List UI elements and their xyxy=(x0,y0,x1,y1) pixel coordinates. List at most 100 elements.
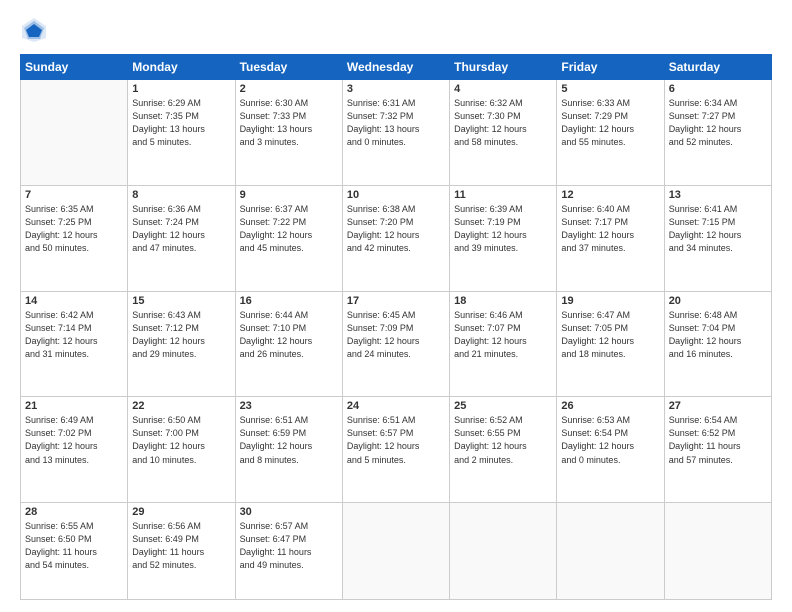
calendar-cell: 17 Sunrise: 6:45 AMSunset: 7:09 PMDayligh… xyxy=(342,291,449,397)
day-info: Sunrise: 6:45 AMSunset: 7:09 PMDaylight:… xyxy=(347,309,445,361)
calendar-cell: 13 Sunrise: 6:41 AMSunset: 7:15 PMDayligh… xyxy=(664,185,771,291)
calendar-cell: 12Sunrise: 6:40 AMSunset: 7:17 PMDayligh… xyxy=(557,185,664,291)
day-number: 3 xyxy=(347,83,445,95)
day-info: Sunrise: 6:50 AMSunset: 7:00 PMDaylight:… xyxy=(132,414,230,466)
day-info: Sunrise: 6:34 AMSunset: 7:27 PMDaylight:… xyxy=(669,97,767,149)
calendar-cell: 8Sunrise: 6:36 AMSunset: 7:24 PMDaylight… xyxy=(128,185,235,291)
day-number: 16 xyxy=(240,295,338,307)
day-number: 23 xyxy=(240,400,338,412)
day-info: Sunrise: 6:54 AMSunset: 6:52 PMDaylight:… xyxy=(669,414,767,466)
day-info: Sunrise: 6:33 AMSunset: 7:29 PMDaylight:… xyxy=(561,97,659,149)
calendar-cell xyxy=(557,503,664,600)
calendar-cell: 6 Sunrise: 6:34 AMSunset: 7:27 PMDaylight… xyxy=(664,80,771,186)
week-row-4: 21 Sunrise: 6:49 AMSunset: 7:02 PMDayligh… xyxy=(21,397,772,503)
day-info: Sunrise: 6:29 AMSunset: 7:35 PMDaylight:… xyxy=(132,97,230,149)
calendar-cell: 14 Sunrise: 6:42 AMSunset: 7:14 PMDayligh… xyxy=(21,291,128,397)
weekday-header-sunday: Sunday xyxy=(21,55,128,80)
day-info: Sunrise: 6:42 AMSunset: 7:14 PMDaylight:… xyxy=(25,309,123,361)
day-info: Sunrise: 6:37 AMSunset: 7:22 PMDaylight:… xyxy=(240,203,338,255)
day-info: Sunrise: 6:41 AMSunset: 7:15 PMDaylight:… xyxy=(669,203,767,255)
weekday-header-tuesday: Tuesday xyxy=(235,55,342,80)
day-info: Sunrise: 6:56 AMSunset: 6:49 PMDaylight:… xyxy=(132,520,230,572)
day-info: Sunrise: 6:53 AMSunset: 6:54 PMDaylight:… xyxy=(561,414,659,466)
day-number: 22 xyxy=(132,400,230,412)
day-info: Sunrise: 6:51 AMSunset: 6:57 PMDaylight:… xyxy=(347,414,445,466)
calendar-cell: 30 Sunrise: 6:57 AMSunset: 6:47 PMDayligh… xyxy=(235,503,342,600)
day-number: 14 xyxy=(25,295,123,307)
day-info: Sunrise: 6:46 AMSunset: 7:07 PMDaylight:… xyxy=(454,309,552,361)
calendar-cell: 24 Sunrise: 6:51 AMSunset: 6:57 PMDayligh… xyxy=(342,397,449,503)
day-number: 21 xyxy=(25,400,123,412)
day-number: 2 xyxy=(240,83,338,95)
day-info: Sunrise: 6:36 AMSunset: 7:24 PMDaylight:… xyxy=(132,203,230,255)
calendar-cell: 26 Sunrise: 6:53 AMSunset: 6:54 PMDayligh… xyxy=(557,397,664,503)
calendar-cell: 7 Sunrise: 6:35 AMSunset: 7:25 PMDaylight… xyxy=(21,185,128,291)
calendar-cell: 18 Sunrise: 6:46 AMSunset: 7:07 PMDayligh… xyxy=(450,291,557,397)
day-number: 28 xyxy=(25,506,123,518)
header xyxy=(20,16,772,44)
day-info: Sunrise: 6:39 AMSunset: 7:19 PMDaylight:… xyxy=(454,203,552,255)
calendar-cell: 1Sunrise: 6:29 AMSunset: 7:35 PMDaylight… xyxy=(128,80,235,186)
day-info: Sunrise: 6:30 AMSunset: 7:33 PMDaylight:… xyxy=(240,97,338,149)
day-number: 10 xyxy=(347,189,445,201)
day-number: 6 xyxy=(669,83,767,95)
calendar-cell xyxy=(450,503,557,600)
calendar-cell: 10 Sunrise: 6:38 AMSunset: 7:20 PMDayligh… xyxy=(342,185,449,291)
day-number: 24 xyxy=(347,400,445,412)
calendar-cell: 4Sunrise: 6:32 AMSunset: 7:30 PMDaylight… xyxy=(450,80,557,186)
day-info: Sunrise: 6:48 AMSunset: 7:04 PMDaylight:… xyxy=(669,309,767,361)
logo-icon xyxy=(20,16,48,44)
day-number: 9 xyxy=(240,189,338,201)
calendar-cell: 15 Sunrise: 6:43 AMSunset: 7:12 PMDayligh… xyxy=(128,291,235,397)
day-number: 13 xyxy=(669,189,767,201)
calendar-cell: 9 Sunrise: 6:37 AMSunset: 7:22 PMDaylight… xyxy=(235,185,342,291)
page: SundayMondayTuesdayWednesdayThursdayFrid… xyxy=(0,0,792,612)
week-row-2: 7 Sunrise: 6:35 AMSunset: 7:25 PMDaylight… xyxy=(21,185,772,291)
day-number: 17 xyxy=(347,295,445,307)
calendar-cell: 22 Sunrise: 6:50 AMSunset: 7:00 PMDayligh… xyxy=(128,397,235,503)
day-info: Sunrise: 6:40 AMSunset: 7:17 PMDaylight:… xyxy=(561,203,659,255)
weekday-header-wednesday: Wednesday xyxy=(342,55,449,80)
day-info: Sunrise: 6:49 AMSunset: 7:02 PMDaylight:… xyxy=(25,414,123,466)
calendar-cell: 28 Sunrise: 6:55 AMSunset: 6:50 PMDayligh… xyxy=(21,503,128,600)
day-info: Sunrise: 6:57 AMSunset: 6:47 PMDaylight:… xyxy=(240,520,338,572)
week-row-1: 1Sunrise: 6:29 AMSunset: 7:35 PMDaylight… xyxy=(21,80,772,186)
calendar-cell: 19 Sunrise: 6:47 AMSunset: 7:05 PMDayligh… xyxy=(557,291,664,397)
calendar-cell: 20 Sunrise: 6:48 AMSunset: 7:04 PMDayligh… xyxy=(664,291,771,397)
weekday-header-monday: Monday xyxy=(128,55,235,80)
day-number: 20 xyxy=(669,295,767,307)
calendar-cell: 27 Sunrise: 6:54 AMSunset: 6:52 PMDayligh… xyxy=(664,397,771,503)
day-number: 25 xyxy=(454,400,552,412)
calendar-cell: 16Sunrise: 6:44 AMSunset: 7:10 PMDayligh… xyxy=(235,291,342,397)
day-info: Sunrise: 6:55 AMSunset: 6:50 PMDaylight:… xyxy=(25,520,123,572)
calendar-cell xyxy=(21,80,128,186)
day-number: 5 xyxy=(561,83,659,95)
day-number: 4 xyxy=(454,83,552,95)
calendar-cell: 2 Sunrise: 6:30 AMSunset: 7:33 PMDaylight… xyxy=(235,80,342,186)
calendar-cell xyxy=(342,503,449,600)
day-number: 11 xyxy=(454,189,552,201)
day-number: 27 xyxy=(669,400,767,412)
calendar-cell: 29 Sunrise: 6:56 AMSunset: 6:49 PMDayligh… xyxy=(128,503,235,600)
day-number: 15 xyxy=(132,295,230,307)
calendar-cell: 3 Sunrise: 6:31 AMSunset: 7:32 PMDaylight… xyxy=(342,80,449,186)
day-info: Sunrise: 6:38 AMSunset: 7:20 PMDaylight:… xyxy=(347,203,445,255)
day-number: 30 xyxy=(240,506,338,518)
calendar-cell: 21 Sunrise: 6:49 AMSunset: 7:02 PMDayligh… xyxy=(21,397,128,503)
day-info: Sunrise: 6:47 AMSunset: 7:05 PMDaylight:… xyxy=(561,309,659,361)
day-info: Sunrise: 6:52 AMSunset: 6:55 PMDaylight:… xyxy=(454,414,552,466)
day-number: 29 xyxy=(132,506,230,518)
day-number: 26 xyxy=(561,400,659,412)
day-number: 19 xyxy=(561,295,659,307)
calendar-cell: 5 Sunrise: 6:33 AMSunset: 7:29 PMDaylight… xyxy=(557,80,664,186)
day-info: Sunrise: 6:35 AMSunset: 7:25 PMDaylight:… xyxy=(25,203,123,255)
calendar-cell xyxy=(664,503,771,600)
day-number: 18 xyxy=(454,295,552,307)
calendar-cell: 11 Sunrise: 6:39 AMSunset: 7:19 PMDayligh… xyxy=(450,185,557,291)
week-row-3: 14 Sunrise: 6:42 AMSunset: 7:14 PMDayligh… xyxy=(21,291,772,397)
calendar-table: SundayMondayTuesdayWednesdayThursdayFrid… xyxy=(20,54,772,600)
day-info: Sunrise: 6:31 AMSunset: 7:32 PMDaylight:… xyxy=(347,97,445,149)
week-row-5: 28 Sunrise: 6:55 AMSunset: 6:50 PMDayligh… xyxy=(21,503,772,600)
day-info: Sunrise: 6:43 AMSunset: 7:12 PMDaylight:… xyxy=(132,309,230,361)
day-number: 7 xyxy=(25,189,123,201)
